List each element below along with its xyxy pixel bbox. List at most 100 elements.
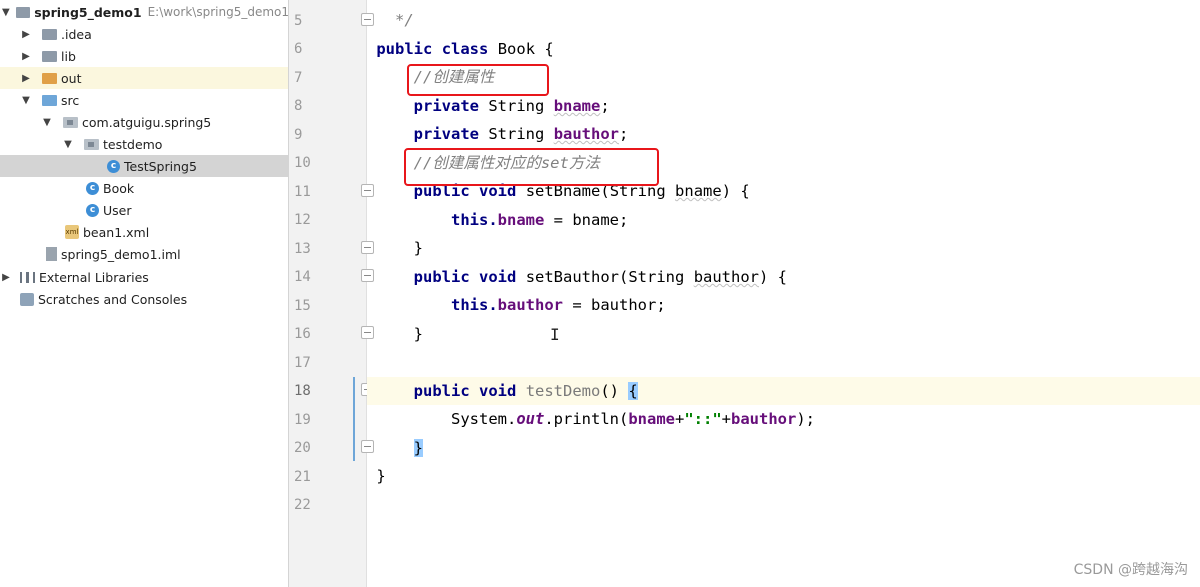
tree-item-label: User	[103, 202, 132, 218]
code-line-18: public void testDemo() {	[367, 377, 1200, 405]
line-number: 9	[294, 127, 303, 143]
keyword: public	[413, 382, 470, 400]
punctuation: ()	[600, 382, 620, 400]
folder-icon	[42, 28, 57, 40]
tree-item-book[interactable]: c Book	[0, 177, 288, 199]
tree-item-label: spring5_demo1.iml	[61, 246, 181, 262]
static-field: out	[516, 410, 545, 428]
editor-gutter: 5 6 7 8 9 10 11 12 13 14 15 16 17 18 19 …	[289, 0, 367, 587]
keyword: this.	[451, 211, 498, 229]
code-line-9: private String bauthor;	[367, 120, 1200, 148]
class-declaration: Book {	[497, 40, 554, 58]
matched-brace: }	[413, 439, 424, 457]
tree-item-testdemo[interactable]: ▼ testdemo	[0, 133, 288, 155]
code-line-6: public class Book {	[367, 35, 1200, 63]
code-line-14: public void setBauthor(String bauthor) {	[367, 263, 1200, 291]
tree-item-label: .idea	[61, 26, 92, 42]
closing-brace: }	[413, 325, 424, 343]
line-number: 22	[294, 497, 311, 513]
method-call: .println(	[544, 410, 629, 428]
tree-item-label: com.atguigu.spring5	[82, 114, 212, 130]
tree-item-testspring5[interactable]: c TestSpring5	[0, 155, 288, 177]
field-name: bname	[497, 211, 545, 229]
tree-item-label: src	[61, 92, 80, 108]
package-icon	[63, 116, 78, 128]
operator: +	[675, 410, 685, 428]
java-class-icon: c	[107, 159, 120, 173]
tree-item-iml[interactable]: spring5_demo1.iml	[0, 243, 288, 265]
field-name: bauthor	[731, 410, 797, 428]
line-number: 6	[294, 41, 303, 57]
tree-item-idea[interactable]: ▶ .idea	[0, 23, 288, 45]
type-name: String	[488, 97, 545, 115]
chevron-right-icon[interactable]: ▶	[20, 29, 32, 40]
chevron-down-icon[interactable]: ▼	[20, 95, 32, 106]
punctuation: );	[796, 410, 816, 428]
tree-item-label: Book	[103, 180, 135, 196]
tree-item-lib[interactable]: ▶ lib	[0, 45, 288, 67]
line-number: 8	[294, 98, 303, 114]
chevron-down-icon[interactable]: ▼	[41, 117, 53, 128]
comment-text: */	[385, 11, 414, 29]
punctuation: ) {	[759, 268, 788, 286]
punctuation: ;	[600, 97, 610, 115]
library-icon	[20, 271, 35, 283]
line-number: 15	[294, 298, 311, 314]
closing-brace: }	[376, 467, 386, 485]
tree-item-user[interactable]: c User	[0, 199, 288, 221]
scratches-icon	[20, 292, 34, 306]
class-reference: System.	[451, 410, 517, 428]
chevron-right-icon[interactable]: ▶	[20, 51, 32, 62]
chevron-down-icon[interactable]: ▼	[62, 139, 74, 150]
tree-item-src[interactable]: ▼ src	[0, 89, 288, 111]
tree-item-label: out	[61, 70, 82, 86]
tree-root-path: E:\work\spring5_demo1	[147, 5, 289, 19]
tree-item-label: External Libraries	[39, 269, 149, 285]
keyword: void	[479, 268, 517, 286]
string-literal: "::"	[684, 410, 722, 428]
chevron-right-icon[interactable]: ▶	[0, 272, 12, 283]
chevron-down-icon[interactable]: ▼	[0, 7, 12, 18]
line-number: 7	[294, 70, 303, 86]
tree-item-label: TestSpring5	[124, 158, 197, 174]
tree-item-bean1-xml[interactable]: xml bean1.xml	[0, 221, 288, 243]
tree-root-spring5-demo1[interactable]: ▼ spring5_demo1 E:\work\spring5_demo1	[0, 1, 289, 23]
line-number: 11	[294, 184, 311, 200]
field-name: bauthor	[553, 125, 620, 143]
line-number: 13	[294, 241, 311, 257]
keyword: class	[441, 40, 489, 58]
punctuation: ;	[619, 125, 629, 143]
tree-item-label: Scratches and Consoles	[38, 291, 188, 307]
keyword: this.	[451, 296, 498, 314]
parameter-name: bauthor	[693, 268, 760, 286]
field-name: bname	[628, 410, 675, 428]
code-line-5: */	[367, 6, 1200, 34]
operator: +	[721, 410, 732, 428]
annotation-box-comment-2	[404, 148, 659, 186]
assignment: = bauthor;	[563, 296, 666, 314]
line-number: 12	[294, 212, 311, 228]
tree-item-external-libraries[interactable]: ▶ External Libraries	[0, 266, 288, 288]
field-name: bname	[553, 97, 601, 115]
tree-root-label: spring5_demo1	[34, 4, 142, 20]
source-folder-icon	[42, 94, 57, 106]
module-file-icon	[46, 247, 57, 261]
watermark: CSDN @跨越海沟	[1073, 562, 1188, 578]
tree-item-label: testdemo	[103, 136, 163, 152]
code-line-12: this.bname = bname;	[367, 206, 1200, 234]
tree-item-label: lib	[61, 48, 76, 64]
project-tree: ▼ spring5_demo1 E:\work\spring5_demo1 ▶ …	[0, 0, 289, 587]
tree-item-out[interactable]: ▶ out	[0, 67, 288, 89]
code-line-20: }	[367, 434, 1200, 462]
keyword: void	[479, 382, 517, 400]
module-folder-icon	[15, 6, 31, 18]
tree-item-scratches[interactable]: Scratches and Consoles	[0, 288, 288, 310]
type-name: String	[628, 268, 685, 286]
line-number: 20	[294, 440, 311, 456]
tree-item-package[interactable]: ▼ com.atguigu.spring5	[0, 111, 288, 133]
package-icon	[84, 138, 99, 150]
matched-brace: {	[628, 382, 638, 400]
chevron-right-icon[interactable]: ▶	[20, 73, 32, 84]
